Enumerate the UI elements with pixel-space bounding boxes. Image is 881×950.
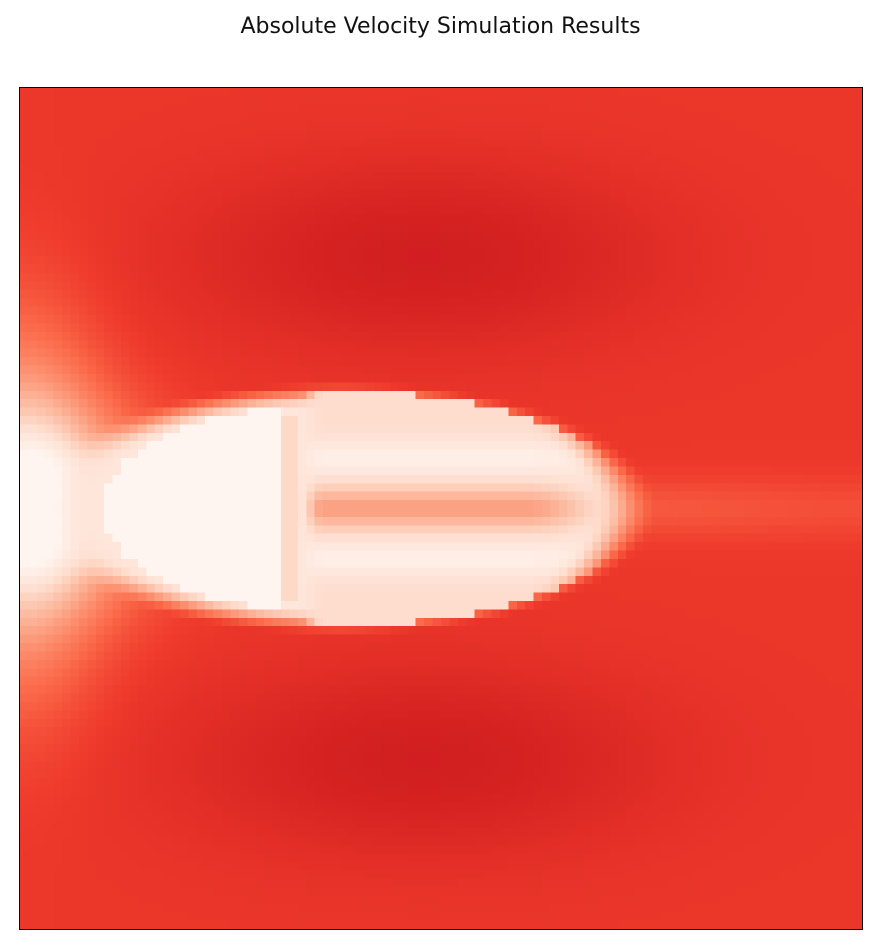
plot-area [19,87,863,930]
chart-title: Absolute Velocity Simulation Results [240,14,641,39]
heatmap-image [20,88,862,929]
figure: Absolute Velocity Simulation Results [0,0,881,950]
